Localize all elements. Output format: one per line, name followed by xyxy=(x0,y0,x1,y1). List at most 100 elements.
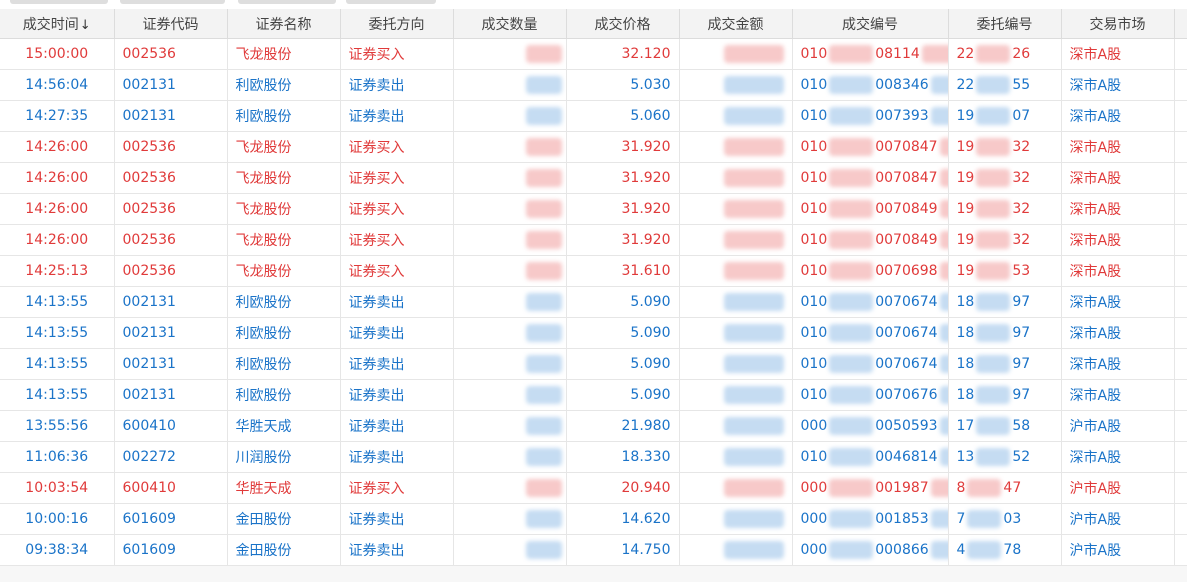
redacted-blur xyxy=(829,479,874,497)
header-trade-time[interactable]: 成交时间↓ xyxy=(0,9,115,39)
cell-trade-number: 0000008669 xyxy=(792,534,949,566)
cell-security-name: 飞龙股份 xyxy=(227,193,341,225)
cell-trade-time: 14:13:55 xyxy=(0,379,115,411)
table-row[interactable]: 14:13:55 002131 利欧股份 证券卖出 5.090 010 0070676 18 9… xyxy=(0,379,1187,411)
trade-number-middle: 0070676 xyxy=(875,387,938,403)
cell-trade-amount xyxy=(679,255,793,287)
cell-security-code: 002131 xyxy=(114,286,228,318)
order-number-suffix: 32 xyxy=(1012,139,1031,155)
cell-market: 深市A股 xyxy=(1061,317,1175,349)
header-security-name[interactable]: 证券名称 xyxy=(227,9,341,39)
trade-number-prefix: 010 xyxy=(800,170,828,186)
header-market[interactable]: 交易市场 xyxy=(1061,9,1175,39)
order-number-suffix: 07 xyxy=(1012,108,1031,124)
table-row[interactable]: 14:13:55 002131 利欧股份 证券卖出 5.090 010 0070674 18 9… xyxy=(0,348,1187,380)
table-row[interactable]: 14:26:00 002536 飞龙股份 证券买入 31.920 010 0070849 19… xyxy=(0,224,1187,256)
cell-security-code: 002131 xyxy=(114,69,228,101)
redacted-blur xyxy=(976,448,1011,466)
top-tab[interactable] xyxy=(238,0,336,4)
redacted-blur xyxy=(939,200,947,218)
redacted-blur xyxy=(930,107,947,125)
redacted-blur xyxy=(525,293,562,311)
table-row[interactable]: 14:25:13 002536 飞龙股份 证券买入 31.610 010 0070698 19… xyxy=(0,255,1187,287)
redacted-blur xyxy=(939,386,947,404)
cell-market: 深市A股 xyxy=(1061,193,1175,225)
cell-filler xyxy=(1174,193,1187,225)
redacted-blur xyxy=(976,169,1011,187)
cell-trade-time: 14:13:55 xyxy=(0,317,115,349)
cell-security-code: 002131 xyxy=(114,100,228,132)
header-trade-price[interactable]: 成交价格 xyxy=(566,9,680,39)
order-number-prefix: 8 xyxy=(956,480,966,496)
redacted-blur xyxy=(939,262,947,280)
header-trade-quantity[interactable]: 成交数量 xyxy=(453,9,567,39)
cell-trade-quantity xyxy=(453,162,567,194)
horizontal-scrollbar[interactable] xyxy=(0,566,1187,582)
table-row[interactable]: 10:00:16601609金田股份证券卖出14.620000001853670… xyxy=(0,503,1187,535)
cell-trade-price: 31.920 xyxy=(566,162,680,194)
redacted-blur xyxy=(930,510,947,528)
table-row[interactable]: 14:27:35002131利欧股份证券卖出5.0600100073932190… xyxy=(0,100,1187,132)
redacted-blur xyxy=(939,324,947,342)
header-order-direction[interactable]: 委托方向 xyxy=(340,9,454,39)
cell-trade-amount xyxy=(679,131,793,163)
cell-filler xyxy=(1174,379,1187,411)
header-security-code[interactable]: 证券代码 xyxy=(114,9,228,39)
trade-number-middle: 08114 xyxy=(875,46,920,62)
header-trade-number[interactable]: 成交编号 xyxy=(792,9,949,39)
cell-order-direction: 证券买入 xyxy=(340,38,454,70)
redacted-blur xyxy=(723,231,784,249)
redacted-blur xyxy=(829,107,874,125)
trade-number-prefix: 010 xyxy=(800,201,828,217)
cell-trade-amount xyxy=(679,162,793,194)
cell-order-direction: 证券卖出 xyxy=(340,286,454,318)
table-row[interactable]: 10:03:54 600410 华胜天成 证券买入 20.940 000 001987 8 47… xyxy=(0,472,1187,504)
table-row[interactable]: 13:55:56 600410 华胜天成 证券卖出 21.980 000 0050593 17… xyxy=(0,410,1187,442)
order-number-suffix: 97 xyxy=(1012,294,1031,310)
table-row[interactable]: 14:26:00 002536 飞龙股份 证券买入 31.920 010 0070847 19… xyxy=(0,162,1187,194)
table-row[interactable]: 14:13:55 002131 利欧股份 证券卖出 5.090 010 0070674 18 9… xyxy=(0,286,1187,318)
cell-trade-price: 31.920 xyxy=(566,131,680,163)
redacted-blur xyxy=(525,386,562,404)
cell-trade-price: 14.620 xyxy=(566,503,680,535)
redacted-blur xyxy=(939,355,947,373)
table-row[interactable]: 14:26:00 002536 飞龙股份 证券买入 31.920 010 0070849 19… xyxy=(0,193,1187,225)
table-row[interactable]: 14:13:55 002131 利欧股份 证券卖出 5.090 010 0070674 18 9… xyxy=(0,317,1187,349)
trade-number-prefix: 010 xyxy=(800,232,828,248)
table-row[interactable]: 14:56:04002131利欧股份证券卖出5.0300100083463225… xyxy=(0,69,1187,101)
cell-order-direction: 证券卖出 xyxy=(340,534,454,566)
table-row[interactable]: 14:26:00 002536 飞龙股份 证券买入 31.920 010 0070847 19… xyxy=(0,131,1187,163)
cell-trade-time: 14:56:04 xyxy=(0,69,115,101)
cell-security-name: 金田股份 xyxy=(227,503,341,535)
cell-trade-price: 5.030 xyxy=(566,69,680,101)
cell-order-direction: 证券买入 xyxy=(340,131,454,163)
table-row[interactable]: 15:00:00002536飞龙股份证券买入32.120010081145222… xyxy=(0,38,1187,70)
cell-trade-amount xyxy=(679,379,793,411)
top-tab[interactable] xyxy=(346,0,436,4)
header-order-number[interactable]: 委托编号 xyxy=(948,9,1062,39)
redacted-blur xyxy=(525,76,562,94)
cell-trade-amount xyxy=(679,69,793,101)
cell-market: 沪市A股 xyxy=(1061,503,1175,535)
trade-number-middle: 0050593 xyxy=(875,418,938,434)
cell-trade-price: 20.940 xyxy=(566,472,680,504)
cell-security-name: 金田股份 xyxy=(227,534,341,566)
cell-order-number: 18 97 xyxy=(948,379,1062,411)
redacted-blur xyxy=(829,324,874,342)
redacted-blur xyxy=(723,262,784,280)
cell-trade-amount xyxy=(679,348,793,380)
redacted-blur xyxy=(967,479,1002,497)
table-row[interactable]: 09:38:34601609金田股份证券卖出14.750000000866947… xyxy=(0,534,1187,566)
cell-filler xyxy=(1174,348,1187,380)
table-row[interactable]: 11:06:36 002272 川润股份 证券卖出 18.330 010 0046814 13… xyxy=(0,441,1187,473)
redacted-blur xyxy=(976,355,1011,373)
redacted-blur xyxy=(976,324,1011,342)
top-tab[interactable] xyxy=(10,0,108,4)
redacted-blur xyxy=(723,324,784,342)
header-trade-amount[interactable]: 成交金额 xyxy=(679,9,793,39)
redacted-blur xyxy=(829,293,874,311)
cell-security-name: 利欧股份 xyxy=(227,348,341,380)
top-tab[interactable] xyxy=(120,0,225,4)
redacted-blur xyxy=(723,200,784,218)
cell-trade-number: 010 0070849 xyxy=(792,193,949,225)
